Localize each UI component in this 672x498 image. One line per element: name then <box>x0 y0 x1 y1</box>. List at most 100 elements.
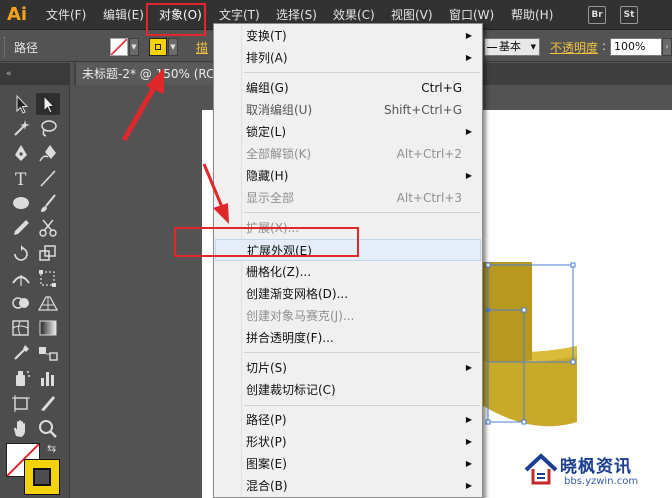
stroke-color-swatch[interactable] <box>24 459 60 495</box>
lasso-tool[interactable] <box>36 117 60 139</box>
symbol-sprayer-tool[interactable] <box>9 367 33 389</box>
selection-type-label: 路径 <box>14 41 39 55</box>
swap-colors-icon[interactable]: ⇆ <box>47 443 61 455</box>
slice-tool[interactable] <box>36 392 60 414</box>
menu-item-unlock-all[interactable]: 全部解锁(K) Alt+Ctrl+2 <box>214 143 482 165</box>
opacity-input[interactable]: 100% <box>610 38 662 56</box>
menu-item-label: 拼合透明度(F)... <box>246 331 334 345</box>
submenu-arrow-icon: ▶ <box>465 415 472 424</box>
eyedropper-icon <box>14 345 29 360</box>
menu-item-blend[interactable]: 混合(B) ▶ <box>214 475 482 497</box>
fill-swatch[interactable] <box>110 38 128 56</box>
rotate-tool[interactable] <box>9 242 33 264</box>
gradient-tool[interactable] <box>36 317 60 339</box>
submenu-arrow-icon: ▶ <box>465 171 472 180</box>
menu-item-create-object-mosaic[interactable]: 创建对象马赛克(J)... <box>214 305 482 327</box>
stroke-inner-icon <box>155 44 161 50</box>
perspective-grid-tool[interactable] <box>36 292 60 314</box>
menu-item-create-trim-marks[interactable]: 创建裁切标记(C) <box>214 379 482 401</box>
hand-icon <box>14 420 25 437</box>
selection-tool[interactable] <box>9 93 33 115</box>
pen-tool[interactable] <box>9 142 33 164</box>
menu-item-label: 锁定(L) <box>246 125 287 139</box>
shape-builder-tool[interactable] <box>9 292 33 314</box>
menu-item-shape[interactable]: 形状(P) ▶ <box>214 431 482 453</box>
object-menu-dropdown: 变换(T) ▶ 排列(A) ▶ 编组(G) Ctrl+G 取消编组(U) Shift+C… <box>213 23 483 498</box>
menu-separator <box>244 405 480 406</box>
type-tool[interactable]: T <box>9 167 33 189</box>
submenu-arrow-icon: ▶ <box>465 363 472 372</box>
menu-file[interactable]: 文件(F) <box>46 0 86 30</box>
scale-tool[interactable] <box>36 242 60 264</box>
slice-icon <box>41 396 55 411</box>
artboard-tool[interactable] <box>9 392 33 414</box>
width-icon <box>12 275 30 286</box>
control-bar-grip <box>4 37 6 57</box>
tool-panel-header[interactable]: « <box>0 63 70 85</box>
column-graph-tool[interactable] <box>36 367 60 389</box>
magic-wand-tool[interactable] <box>9 117 33 139</box>
stock-button[interactable]: St <box>620 6 638 24</box>
mesh-tool[interactable] <box>9 317 33 339</box>
submenu-arrow-icon: ▶ <box>465 481 472 490</box>
arrow-icon <box>16 94 29 114</box>
menu-item-transform[interactable]: 变换(T) ▶ <box>214 25 482 47</box>
paintbrush-tool[interactable] <box>36 192 60 214</box>
ellipse-tool[interactable] <box>9 192 33 214</box>
menu-item-rasterize[interactable]: 栅格化(Z)... <box>214 261 482 283</box>
menu-item-pattern[interactable]: 图案(E) ▶ <box>214 453 482 475</box>
scissors-tool[interactable] <box>36 217 60 239</box>
menu-item-path[interactable]: 路径(P) ▶ <box>214 409 482 431</box>
ellipse-icon <box>13 197 29 209</box>
menu-edit[interactable]: 编辑(E) <box>103 0 144 30</box>
mesh-icon <box>12 320 29 336</box>
pencil-tool[interactable] <box>9 217 33 239</box>
app-window: Ai 文件(F) 编辑(E) 对象(O) 文字(T) 选择(S) 效果(C) 视… <box>0 0 672 498</box>
brush-select-label: 基本 <box>499 40 521 53</box>
menu-item-hide[interactable]: 隐藏(H) ▶ <box>214 165 482 187</box>
free-transform-tool[interactable] <box>36 267 60 289</box>
menu-item-arrange[interactable]: 排列(A) ▶ <box>214 47 482 69</box>
submenu-arrow-icon: ▶ <box>465 53 472 62</box>
fill-dropdown[interactable]: ▼ <box>129 38 139 56</box>
zoom-icon <box>39 420 57 438</box>
document-tab[interactable]: 未标题-2* @ 150% (RC <box>76 63 221 85</box>
menu-item-flatten-transparency[interactable]: 拼合透明度(F)... <box>214 327 482 349</box>
stroke-swatch[interactable] <box>149 38 167 56</box>
zoom-tool[interactable] <box>36 417 60 439</box>
tool-panel: « T ⇆ <box>0 63 70 498</box>
menu-item-label: 图案(E) <box>246 457 287 471</box>
free-transform-icon <box>39 270 56 287</box>
opacity-dropdown[interactable]: › <box>662 38 672 56</box>
stroke-link[interactable]: 描 <box>196 39 208 56</box>
direct-selection-tool[interactable] <box>36 93 60 115</box>
opacity-link[interactable]: 不透明度 <box>550 39 598 56</box>
bar-graph-icon <box>41 372 54 386</box>
curvature-tool[interactable] <box>36 142 60 164</box>
line-tool[interactable] <box>36 167 60 189</box>
menu-item-slice[interactable]: 切片(S) ▶ <box>214 357 482 379</box>
stroke-dropdown[interactable]: ▼ <box>168 38 178 56</box>
menu-item-ungroup[interactable]: 取消编组(U) Shift+Ctrl+G <box>214 99 482 121</box>
menu-item-create-gradient-mesh[interactable]: 创建渐变网格(D)... <box>214 283 482 305</box>
blend-tool[interactable] <box>36 342 60 364</box>
line-segment-icon <box>40 170 56 187</box>
submenu-arrow-icon: ▶ <box>465 437 472 446</box>
chevron-down-icon: ▼ <box>530 43 536 51</box>
opacity-colon: : <box>602 39 607 53</box>
menu-help[interactable]: 帮助(H) <box>511 0 553 30</box>
symbol-sprayer-icon <box>16 371 30 386</box>
menu-item-lock[interactable]: 锁定(L) ▶ <box>214 121 482 143</box>
white-arrow-icon <box>43 94 56 114</box>
menu-item-group[interactable]: 编组(G) Ctrl+G <box>214 77 482 99</box>
brush-select[interactable]: 基本 ▼ <box>484 38 540 56</box>
eyedropper-tool[interactable] <box>9 342 33 364</box>
bridge-button[interactable]: Br <box>588 6 606 24</box>
menu-item-label: 创建渐变网格(D)... <box>246 287 349 301</box>
hand-tool[interactable] <box>9 417 33 439</box>
menu-item-show-all[interactable]: 显示全部 Alt+Ctrl+3 <box>214 187 482 209</box>
width-tool[interactable] <box>9 267 33 289</box>
submenu-arrow-icon: ▶ <box>465 459 472 468</box>
menu-item-label: 隐藏(H) <box>246 169 289 183</box>
annotation-box-expand-appearance <box>174 227 359 257</box>
